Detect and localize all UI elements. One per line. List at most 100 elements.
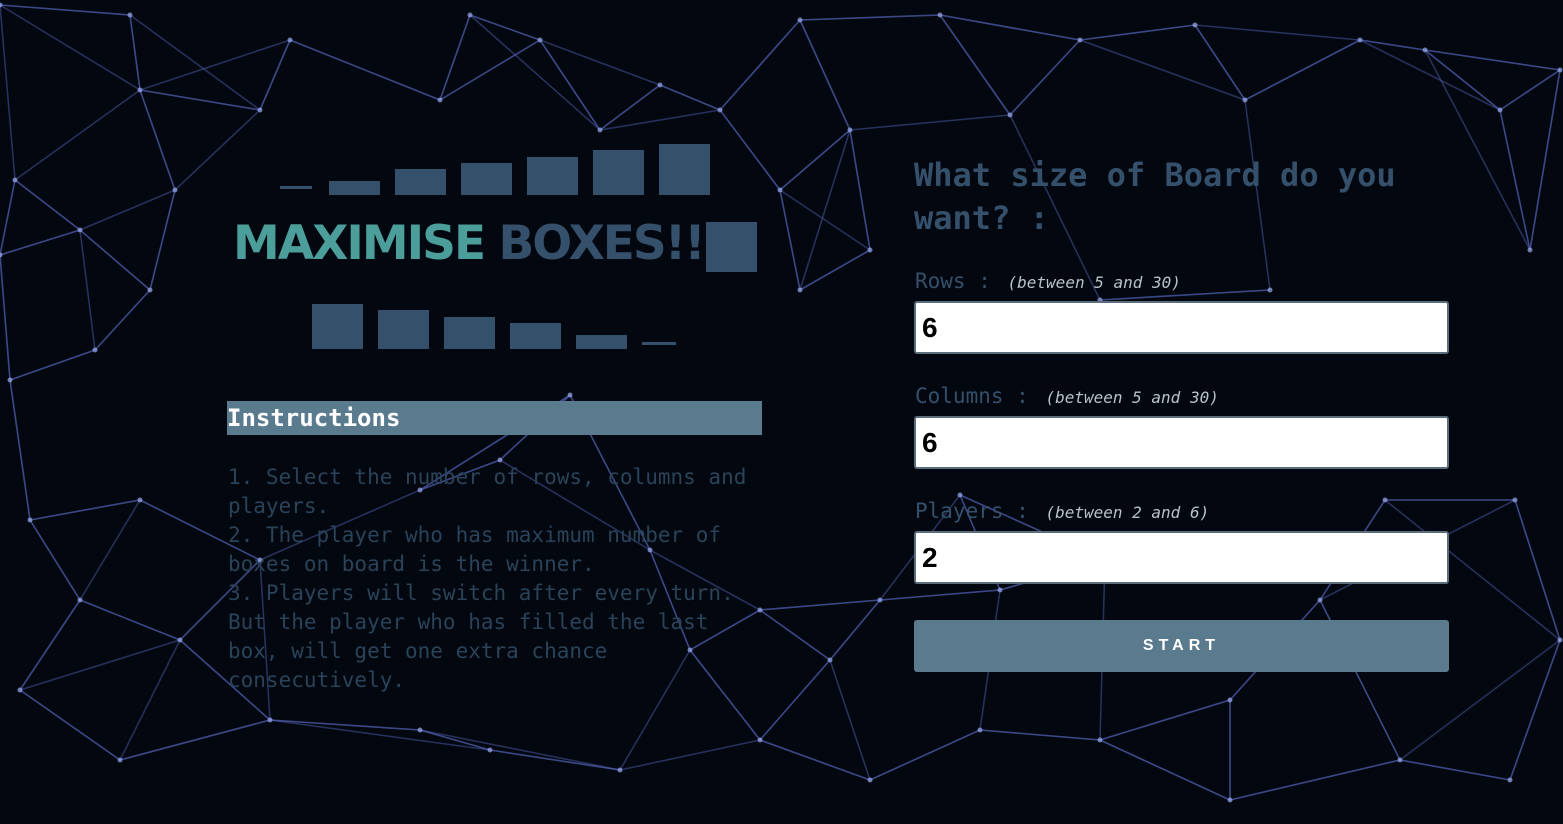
network-node xyxy=(7,377,13,383)
network-node xyxy=(1397,757,1403,763)
network-node xyxy=(797,17,803,23)
network-edge xyxy=(829,659,871,781)
network-edge xyxy=(439,39,541,101)
network-node xyxy=(17,687,23,693)
network-node xyxy=(147,287,153,293)
title-boxes: BOXES!! xyxy=(498,216,705,271)
network-node xyxy=(77,227,83,233)
network-edge xyxy=(879,589,1001,601)
network-node xyxy=(957,492,963,498)
columns-hint: (between 5 and 30) xyxy=(1045,388,1219,407)
network-edge xyxy=(0,4,16,181)
network-edge xyxy=(14,179,81,231)
network-node xyxy=(177,637,183,643)
players-hint: (between 2 and 6) xyxy=(1045,503,1210,522)
network-edge xyxy=(469,14,601,131)
network-edge xyxy=(1099,739,1231,801)
network-node xyxy=(597,127,603,133)
network-edge xyxy=(759,609,831,661)
network-node xyxy=(937,12,943,18)
network-edge xyxy=(0,229,81,256)
network-node xyxy=(1317,597,1323,603)
network-edge xyxy=(259,39,291,111)
players-label-text: Players : xyxy=(915,499,1029,523)
network-edge xyxy=(119,639,181,761)
network-edge xyxy=(1099,699,1231,741)
network-edge xyxy=(139,89,176,191)
app-title: MAXIMISE BOXES!! xyxy=(233,216,706,271)
network-edge xyxy=(779,129,851,191)
network-edge xyxy=(289,39,441,101)
title-maximise: MAXIMISE xyxy=(233,216,486,271)
network-edge xyxy=(1079,39,1246,101)
network-edge xyxy=(269,719,491,751)
network-edge xyxy=(19,639,181,691)
columns-label-text: Columns : xyxy=(915,384,1029,408)
network-edge xyxy=(29,499,141,521)
network-node xyxy=(437,97,443,103)
network-node xyxy=(1557,67,1563,73)
network-node xyxy=(1007,112,1013,118)
network-edge xyxy=(0,179,16,256)
network-edge xyxy=(1514,499,1561,641)
network-node xyxy=(417,727,423,733)
network-node xyxy=(1557,637,1563,643)
network-edge xyxy=(19,689,121,761)
rows-hint: (between 5 and 30) xyxy=(1007,273,1181,292)
network-node xyxy=(877,597,883,603)
network-node xyxy=(717,107,723,113)
network-edge xyxy=(19,599,81,691)
network-node xyxy=(0,252,3,258)
network-node xyxy=(1422,47,1428,53)
network-node xyxy=(12,177,18,183)
network-edge xyxy=(139,39,291,91)
start-button[interactable]: START xyxy=(914,620,1449,672)
network-edge xyxy=(119,719,271,761)
network-edge xyxy=(759,739,871,781)
network-node xyxy=(777,187,783,193)
network-edge xyxy=(849,114,1011,131)
rows-input[interactable]: 6 xyxy=(914,301,1449,354)
network-node xyxy=(1227,697,1233,703)
network-edge xyxy=(1529,69,1561,251)
network-node xyxy=(137,87,143,93)
network-edge xyxy=(79,499,141,601)
network-edge xyxy=(979,729,1101,741)
network-node xyxy=(867,247,873,253)
instructions-heading: Instructions xyxy=(227,401,762,435)
network-edge xyxy=(14,89,141,181)
network-edge xyxy=(719,19,801,111)
network-edge xyxy=(1079,24,1196,41)
network-node xyxy=(467,12,473,18)
network-edge xyxy=(129,14,141,91)
network-edge xyxy=(1399,759,1511,781)
network-node xyxy=(617,767,623,773)
network-edge xyxy=(419,729,621,771)
network-node xyxy=(117,757,123,763)
network-edge xyxy=(599,109,721,131)
network-edge xyxy=(1499,109,1531,251)
network-edge xyxy=(939,14,1081,41)
network-edge xyxy=(659,84,721,111)
players-label: Players : (between 2 and 6) xyxy=(915,499,1209,523)
network-node xyxy=(1242,97,1248,103)
network-node xyxy=(757,737,763,743)
instructions-list: 1. Select the number of rows, columns an… xyxy=(228,463,758,695)
network-edge xyxy=(1194,24,1361,41)
network-edge xyxy=(174,109,261,191)
network-node xyxy=(977,727,983,733)
network-edge xyxy=(1509,639,1561,781)
network-node xyxy=(997,587,1003,593)
network-edge xyxy=(759,599,881,611)
players-input[interactable]: 2 xyxy=(914,531,1449,584)
network-edge xyxy=(1194,24,1246,101)
columns-input[interactable]: 6 xyxy=(914,416,1449,469)
network-edge xyxy=(149,189,176,291)
network-node xyxy=(172,187,178,193)
network-node xyxy=(1192,22,1198,28)
rows-label: Rows : (between 5 and 30) xyxy=(915,269,1181,293)
network-edge xyxy=(469,14,541,41)
network-node xyxy=(1382,497,1388,503)
network-edge xyxy=(94,289,151,351)
network-edge xyxy=(599,84,661,131)
